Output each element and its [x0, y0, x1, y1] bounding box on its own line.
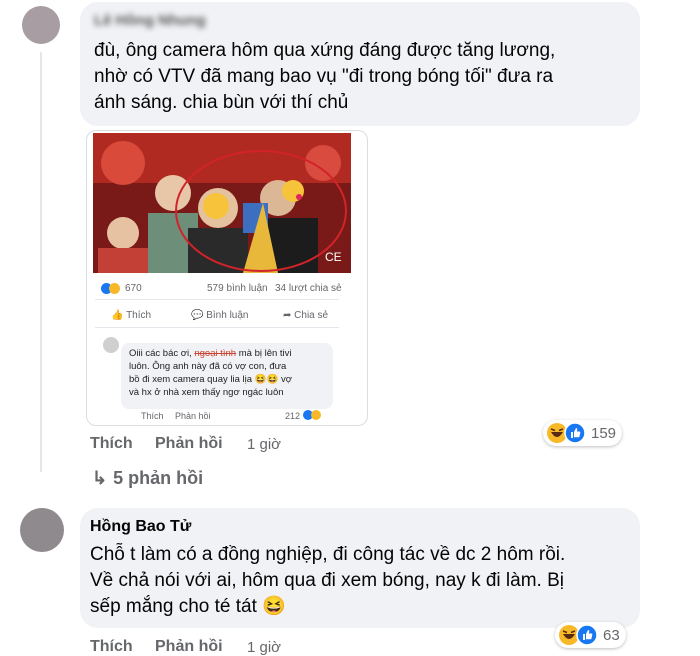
- comment-text: đù, ông camera hôm qua xứng đáng được tă…: [94, 38, 555, 116]
- thread-line: [40, 52, 42, 472]
- quoted-comment-bubble: Oiii các bác ơi, ngoại tình mà bị lên ti…: [121, 343, 333, 409]
- embedded-comment-count: 579 bình luận: [207, 283, 268, 294]
- comment-line: sếp mắng cho té tát 😆: [90, 596, 286, 617]
- comment-bubble: Hồng Bao Tử Chỗ t làm có a đồng nghiệp, …: [80, 508, 640, 628]
- divider: [95, 299, 339, 300]
- like-link[interactable]: Thích: [90, 638, 133, 656]
- embedded-post-image[interactable]: CE 670 579 bình luận 34 lượt chia sẻ 👍 T…: [86, 130, 368, 426]
- embedded-reaction-count: 670: [125, 283, 142, 294]
- avatar[interactable]: [20, 508, 64, 552]
- comment-bubble: Lê Hồng Nhung đù, ông camera hôm qua xứn…: [80, 2, 640, 126]
- reaction-summary[interactable]: 63: [555, 622, 626, 648]
- comment-line: ánh sáng. chia bùn với thí chủ: [94, 92, 349, 113]
- timestamp[interactable]: 1 giờ: [247, 639, 281, 656]
- avatar: [103, 337, 119, 353]
- timestamp[interactable]: 1 giờ: [247, 436, 281, 453]
- comment-line: nhờ có VTV đã mang bao vụ "đi trong bóng…: [94, 66, 554, 87]
- reply-link[interactable]: Phản hồi: [155, 435, 223, 453]
- embedded-like-button: 👍 Thích: [111, 310, 152, 321]
- quoted-reaction-icons: [303, 410, 327, 421]
- haha-icon: [109, 283, 120, 294]
- comment-text: Chỗ t làm có a đồng nghiệp, đi công tác …: [90, 542, 565, 620]
- embedded-share-label: Chia sẻ: [294, 310, 329, 321]
- quoted-text: mà bị lên tivi: [236, 348, 292, 359]
- shirt-text: CE: [325, 250, 342, 264]
- comment-author[interactable]: Lê Hồng Nhung: [94, 12, 206, 29]
- reaction-count: 159: [591, 424, 617, 442]
- quoted-comment-text: Oiii các bác ơi, ngoại tình mà bị lên ti…: [129, 347, 329, 399]
- divider: [95, 327, 339, 328]
- embedded-like-label: Thích: [126, 310, 152, 321]
- embedded-comment-button: 💬 Bình luận: [191, 310, 249, 321]
- like-icon: [564, 422, 586, 444]
- quoted-text: bồ đi xem camera quay lia lịa 😆😆 vợ: [129, 374, 292, 385]
- quoted-reaction-count: 212: [285, 411, 301, 421]
- reaction-summary[interactable]: 159: [543, 420, 623, 446]
- reaction-icons: [101, 283, 125, 295]
- embedded-share-button: ➦ Chia sẻ: [283, 310, 329, 321]
- reply-link[interactable]: Phản hồi: [155, 638, 223, 656]
- comment-line: Chỗ t làm có a đồng nghiệp, đi công tác …: [90, 544, 566, 565]
- comment-author[interactable]: Hồng Bao Tử: [90, 518, 191, 536]
- avatar[interactable]: [22, 6, 60, 44]
- reaction-count: 63: [603, 626, 620, 644]
- quoted-text: luôn. Ông anh này đã có vợ con, đưa: [129, 361, 287, 372]
- quoted-text: Oiii các bác ơi,: [129, 348, 195, 359]
- like-icon: [576, 624, 598, 646]
- reply-arrow-icon: ↳: [92, 468, 108, 488]
- comment-line: đù, ông camera hôm qua xứng đáng được tă…: [94, 40, 556, 61]
- view-replies-link[interactable]: ↳ 5 phản hồi: [92, 468, 203, 489]
- embedded-share-count: 34 lượt chia sẻ: [275, 283, 342, 294]
- view-replies-label: 5 phản hồi: [113, 468, 204, 488]
- comment-line: Về chả nói với ai, hôm qua đi xem bóng, …: [90, 570, 564, 591]
- quoted-like-link: Thích: [141, 411, 164, 421]
- crowd-photo: CE: [93, 133, 351, 273]
- haha-icon: [311, 410, 321, 420]
- quoted-reply-link: Phản hồi: [175, 411, 211, 421]
- like-link[interactable]: Thích: [90, 435, 133, 453]
- embedded-comment-label: Bình luận: [206, 310, 249, 321]
- quoted-strike-text: ngoại tình: [194, 348, 237, 359]
- quoted-text: và hx ở nhà xem thấy ngơ ngác luôn: [129, 387, 284, 398]
